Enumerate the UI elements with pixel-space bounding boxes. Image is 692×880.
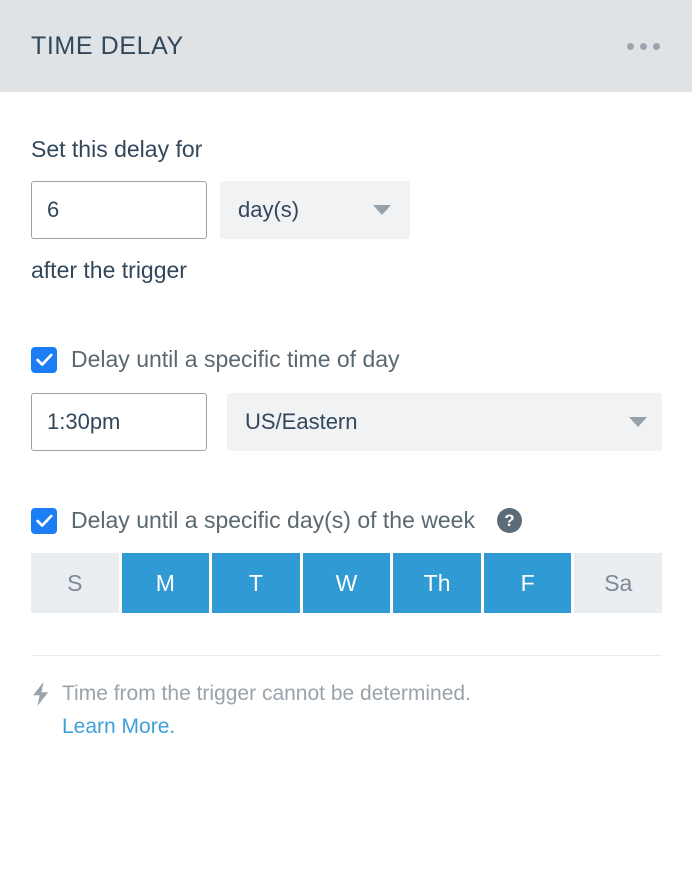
check-icon bbox=[35, 353, 53, 366]
delay-unit-value: day(s) bbox=[238, 196, 300, 222]
question-mark-icon[interactable]: ? bbox=[496, 508, 522, 534]
timezone-value: US/Eastern bbox=[245, 408, 358, 434]
kebab-dot bbox=[653, 42, 660, 50]
lightning-bolt-icon bbox=[31, 682, 51, 711]
trigger-note: Time from the trigger cannot be determin… bbox=[31, 678, 662, 743]
delay-amount-row: day(s) bbox=[31, 180, 662, 239]
trigger-note-body: Time from the trigger cannot be determin… bbox=[62, 678, 471, 743]
page-title: TIME DELAY bbox=[31, 31, 184, 60]
learn-more-link[interactable]: Learn More. bbox=[62, 711, 471, 744]
panel-header: TIME DELAY bbox=[0, 0, 692, 92]
trigger-note-text: Time from the trigger cannot be determin… bbox=[62, 682, 471, 706]
delay-section-label: Set this delay for bbox=[31, 136, 203, 162]
delay-unit-select[interactable]: day(s) bbox=[220, 180, 410, 239]
timezone-select[interactable]: US/Eastern bbox=[227, 392, 662, 451]
check-icon bbox=[35, 514, 53, 527]
day-button-w[interactable]: W bbox=[302, 553, 391, 614]
day-of-week-label: Delay until a specific day(s) of the wee… bbox=[71, 506, 475, 533]
day-button-f[interactable]: F bbox=[483, 553, 572, 614]
time-of-day-checkbox-row[interactable]: Delay until a specific time of day bbox=[31, 346, 662, 374]
chevron-down-icon bbox=[373, 204, 391, 215]
day-of-week-selector: S M T W Th F Sa bbox=[31, 553, 663, 614]
section-divider bbox=[31, 655, 662, 657]
after-trigger-label: after the trigger bbox=[31, 256, 187, 283]
kebab-dot bbox=[627, 42, 634, 50]
chevron-down-icon bbox=[629, 416, 647, 427]
day-button-th[interactable]: Th bbox=[393, 553, 481, 614]
kebab-dot bbox=[640, 42, 647, 50]
time-of-day-label: Delay until a specific time of day bbox=[71, 346, 400, 373]
kebab-menu-icon[interactable] bbox=[625, 37, 662, 56]
time-input[interactable] bbox=[31, 392, 207, 451]
time-of-day-checkbox[interactable] bbox=[31, 346, 57, 373]
day-of-week-checkbox[interactable] bbox=[31, 507, 57, 534]
panel-body: Set this delay for day(s) after the trig… bbox=[0, 136, 692, 743]
day-of-week-checkbox-row[interactable]: Delay until a specific day(s) of the wee… bbox=[31, 507, 662, 535]
day-button-s[interactable]: S bbox=[31, 553, 119, 614]
day-button-t[interactable]: T bbox=[212, 553, 300, 614]
day-button-m[interactable]: M bbox=[121, 553, 210, 614]
delay-amount-input[interactable] bbox=[31, 180, 207, 239]
day-button-sa[interactable]: Sa bbox=[574, 553, 663, 614]
time-of-day-row: US/Eastern bbox=[31, 392, 662, 451]
